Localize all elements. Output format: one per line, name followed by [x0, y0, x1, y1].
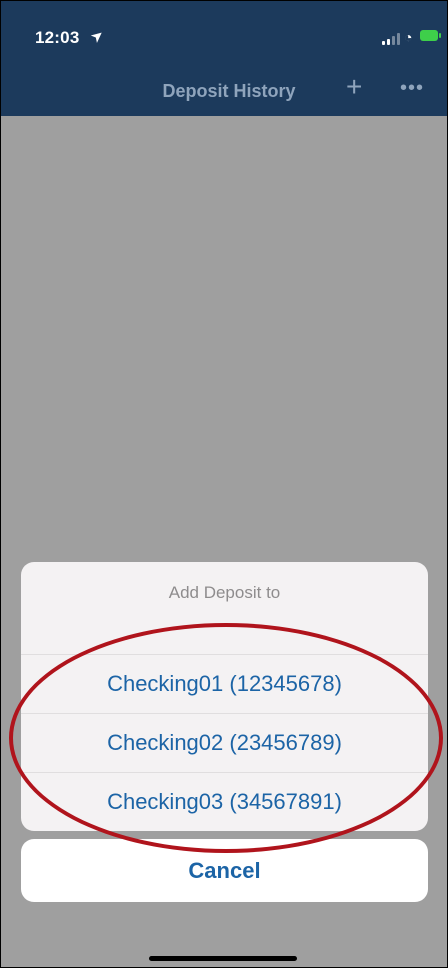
more-icon[interactable]: ••• [400, 77, 424, 100]
phone-screen: 12:03 ➤ ◔ Deposit History + ••• Add Depo… [0, 0, 448, 968]
status-time: 12:03 [35, 28, 80, 47]
status-bar: 12:03 ➤ ◔ [1, 1, 447, 61]
plus-icon[interactable]: + [346, 73, 362, 101]
cellular-signal-icon [382, 33, 402, 45]
navigation-bar: 12:03 ➤ ◔ Deposit History + ••• [1, 1, 447, 116]
wifi-icon: ◔ [404, 29, 413, 45]
page-title: Deposit History [162, 81, 296, 101]
highlight-ellipse [9, 623, 443, 853]
battery-icon [420, 30, 441, 41]
location-arrow-icon: ➤ [87, 25, 108, 47]
home-indicator[interactable] [149, 956, 297, 961]
